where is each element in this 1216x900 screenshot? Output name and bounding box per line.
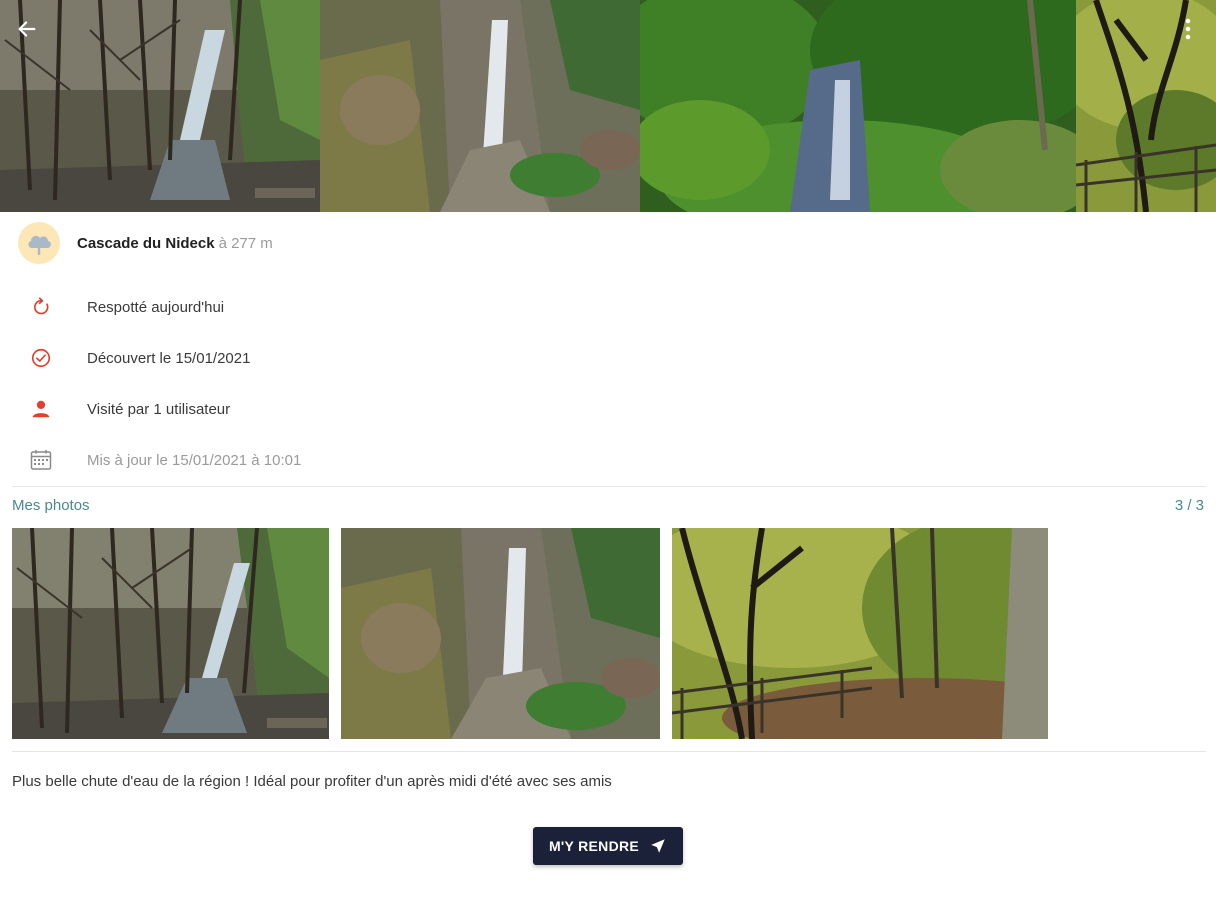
- banner-photo-3[interactable]: [640, 0, 1076, 212]
- navigation-arrow-icon: [651, 839, 665, 853]
- divider: [12, 751, 1206, 752]
- more-options-button[interactable]: [1176, 14, 1200, 44]
- cloud-icon: [28, 235, 51, 255]
- go-there-button[interactable]: M'Y RENDRE: [533, 827, 683, 865]
- refresh-icon: [28, 295, 54, 319]
- photo-thumbnail-3[interactable]: [672, 528, 1048, 739]
- arrow-left-icon: [18, 21, 36, 37]
- back-button[interactable]: [12, 14, 42, 44]
- discovered-text: Découvert le 15/01/2021: [87, 349, 251, 367]
- photo-thumbnail-2[interactable]: [341, 528, 660, 739]
- photos-count: 3 / 3: [1174, 497, 1204, 514]
- info-respotted: Respotté aujourd'hui: [28, 295, 224, 319]
- person-icon: [28, 397, 54, 421]
- more-vertical-icon: [1185, 18, 1191, 40]
- place-distance: à 277 m: [218, 234, 273, 252]
- go-there-label: M'Y RENDRE: [548, 838, 640, 854]
- divider: [12, 486, 1206, 487]
- check-circle-icon: [28, 346, 54, 370]
- photos-section-title: Mes photos: [12, 497, 90, 514]
- respotted-text: Respotté aujourd'hui: [87, 298, 225, 316]
- header-photo-banner: [0, 0, 1216, 212]
- visited-text: Visité par 1 utilisateur: [87, 400, 231, 418]
- avatar: [18, 222, 60, 264]
- place-description: Plus belle chute d'eau de la région ! Id…: [12, 773, 612, 790]
- place-header: Cascade du Nideck à 277 m: [18, 222, 273, 264]
- banner-photo-1[interactable]: [0, 0, 320, 212]
- info-discovered: Découvert le 15/01/2021: [28, 346, 250, 370]
- place-name: Cascade du Nideck: [77, 234, 215, 252]
- calendar-icon: [28, 448, 54, 472]
- banner-photo-2[interactable]: [320, 0, 640, 212]
- updated-text: Mis à jour le 15/01/2021 à 10:01: [87, 451, 302, 469]
- info-updated: Mis à jour le 15/01/2021 à 10:01: [28, 448, 301, 472]
- photo-thumbnail-1[interactable]: [12, 528, 329, 739]
- info-visited: Visité par 1 utilisateur: [28, 397, 230, 421]
